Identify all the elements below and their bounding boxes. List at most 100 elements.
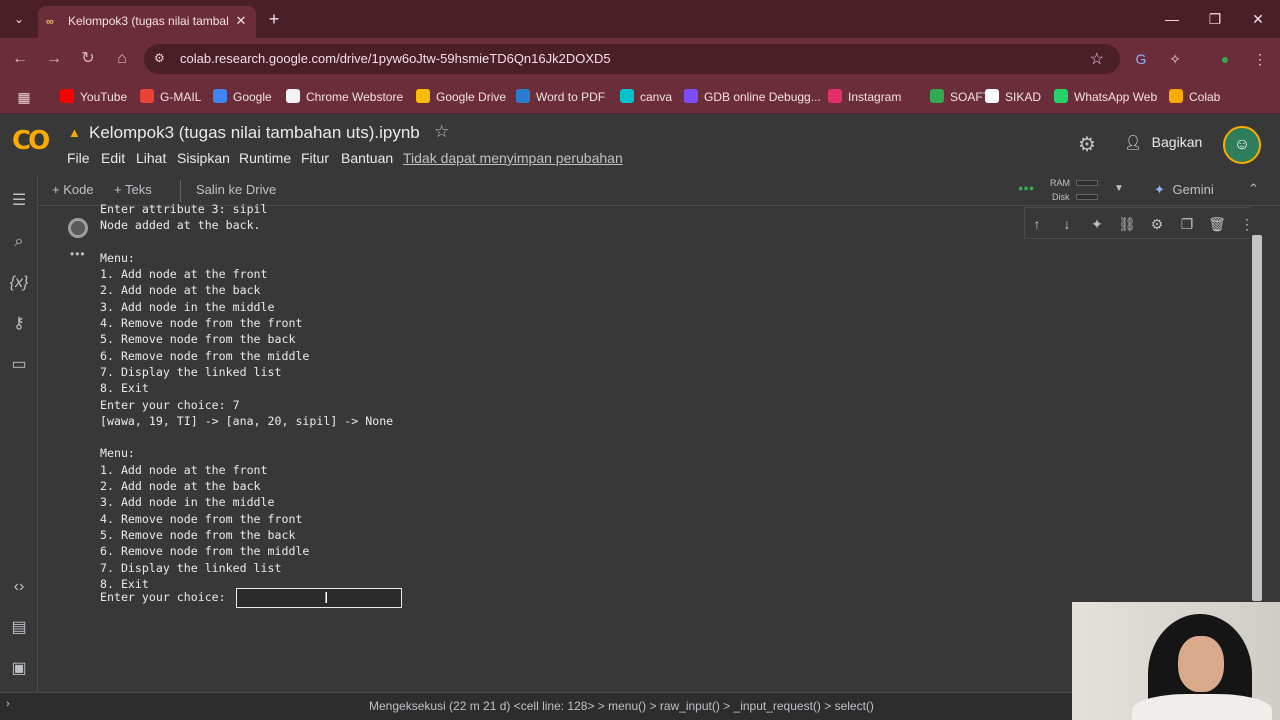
text-cursor-icon: I	[324, 590, 329, 607]
table-of-contents-icon[interactable]: ☰	[8, 190, 30, 212]
output-actions-icon[interactable]: •••	[70, 247, 86, 261]
disk-meter[interactable]	[1076, 194, 1098, 200]
extensions-icon[interactable]: ✧	[1165, 49, 1185, 69]
bookmark-item[interactable]: G-MAIL	[140, 88, 201, 106]
runtime-dropdown-icon[interactable]: ▼	[1114, 183, 1124, 194]
share-label: Bagikan	[1151, 134, 1203, 150]
close-window-icon[interactable]: ✕	[1244, 8, 1272, 30]
mirror-cell-icon[interactable]: ❐	[1177, 214, 1197, 234]
browser-tab-bar: ⌄ ∞ Kelompok3 (tugas nilai tambahan ✕ + …	[0, 0, 1280, 38]
bookmark-label: Word to PDF	[536, 90, 606, 104]
menu-file[interactable]: File	[67, 150, 90, 166]
add-code-button[interactable]: + Kode	[52, 182, 94, 197]
menu-edit[interactable]: Edit	[101, 150, 125, 166]
ram-label: RAM	[1050, 178, 1070, 188]
site-info-icon[interactable]: ⚙	[154, 51, 165, 65]
home-icon[interactable]: ⌂	[112, 49, 132, 69]
add-text-button[interactable]: + Teks	[114, 182, 152, 197]
menu-runtime[interactable]: Runtime	[239, 150, 291, 166]
link-icon[interactable]: ⛓	[1117, 214, 1137, 234]
bookmark-item[interactable]: canva	[620, 88, 672, 106]
delete-icon[interactable]: 🗑︎	[1207, 214, 1227, 234]
ram-meter[interactable]	[1076, 180, 1098, 186]
omnibox[interactable]: ⚙ colab.research.google.com/drive/1pyw6o…	[144, 44, 1120, 74]
bookmark-label: Chrome Webstore	[306, 90, 404, 104]
colab-favicon-icon: ∞	[46, 16, 54, 28]
menu-tools[interactable]: Fitur	[301, 150, 329, 166]
gemini-sparkle-icon: ✦	[1154, 182, 1165, 197]
cell-output-text: Enter attribute 3: sipil Node added at t…	[100, 202, 394, 591]
move-down-icon[interactable]: ↓	[1057, 214, 1077, 234]
secrets-key-icon[interactable]: ⚷	[8, 313, 30, 335]
expand-status-icon[interactable]: ›	[6, 698, 10, 710]
chrome-menu-icon[interactable]: ⋮	[1250, 49, 1270, 69]
bookmark-label: Google	[233, 90, 272, 104]
move-up-icon[interactable]: ↑	[1027, 214, 1047, 234]
tab-title: Kelompok3 (tugas nilai tambahan	[68, 14, 228, 28]
variables-icon[interactable]: {x}	[8, 272, 30, 294]
profile-icon[interactable]: ●	[1215, 49, 1235, 69]
back-icon[interactable]: ←	[10, 49, 30, 69]
share-button[interactable]: 👤︎ Bagikan	[1124, 134, 1202, 151]
user-avatar[interactable]: ☺	[1223, 126, 1261, 164]
colab-logo[interactable]: CO	[12, 126, 50, 156]
bookmark-item[interactable]: YouTube	[60, 88, 127, 106]
webcam-overlay	[1072, 602, 1280, 720]
cell-running-indicator-icon[interactable]	[68, 218, 88, 238]
bookmark-label: Google Drive	[436, 90, 507, 104]
apps-grid-icon[interactable]: ▦	[14, 87, 34, 107]
gemini-button[interactable]: ✦ Gemini	[1154, 182, 1214, 198]
person-add-icon: 👤︎	[1124, 134, 1142, 150]
bookmark-favicon-icon	[516, 89, 530, 103]
new-tab-icon[interactable]: +	[264, 9, 284, 29]
bookmark-item[interactable]: Instagram	[828, 88, 901, 106]
menu-view[interactable]: Lihat	[136, 150, 166, 166]
restore-icon[interactable]: ❐	[1201, 8, 1229, 30]
terminal-icon[interactable]: ▣	[8, 658, 30, 680]
menu-help[interactable]: Bantuan	[341, 150, 393, 166]
translate-icon[interactable]: G	[1131, 49, 1151, 69]
code-snippets-icon[interactable]: ‹›	[8, 576, 30, 598]
left-sidebar: ☰ ⌕ {x} ⚷ ▭ ‹› ▤ ▣	[0, 176, 38, 692]
bookmark-favicon-icon	[60, 89, 74, 103]
bookmarks-bar: ▦ YouTube G-MAIL Google Chrome Webstore Goog…	[0, 80, 1280, 114]
reload-icon[interactable]: ↻	[78, 49, 98, 69]
command-palette-icon[interactable]: ▤	[8, 617, 30, 639]
bookmark-item[interactable]: Chrome Webstore	[286, 88, 403, 106]
bookmark-label: WhatsApp Web	[1074, 90, 1158, 104]
bookmark-item[interactable]: SIKAD	[985, 88, 1041, 106]
star-notebook-icon[interactable]: ☆	[434, 122, 449, 142]
bookmark-label: YouTube	[80, 90, 128, 104]
choice-input-field[interactable]	[236, 588, 402, 608]
bookmark-item[interactable]: Colab	[1169, 88, 1220, 106]
execution-status-text[interactable]: Mengeksekusi (22 m 21 d) <cell line: 128…	[369, 699, 874, 713]
cell-settings-icon[interactable]: ⚙	[1147, 214, 1167, 234]
bookmark-item[interactable]: Google	[213, 88, 272, 106]
bookmark-item[interactable]: Google Drive	[416, 88, 506, 106]
search-icon[interactable]: ⌕	[8, 231, 30, 253]
menu-insert[interactable]: Sisipkan	[177, 150, 230, 166]
tab-close-icon[interactable]: ✕	[232, 12, 250, 30]
bookmark-item[interactable]: WhatsApp Web	[1054, 88, 1157, 106]
notebook-title[interactable]: Kelompok3 (tugas nilai tambahan uts).ipy…	[89, 123, 420, 143]
forward-icon[interactable]: →	[44, 49, 64, 69]
settings-gear-icon[interactable]: ⚙	[1078, 132, 1096, 157]
tab-search-icon[interactable]: ⌄	[8, 8, 30, 30]
connected-status-icon: ●●●	[1018, 183, 1035, 193]
bookmark-item[interactable]: Word to PDF	[516, 88, 605, 106]
output-scrollbar[interactable]	[1250, 207, 1264, 602]
save-warning-link[interactable]: Tidak dapat menyimpan perubahan	[403, 150, 623, 166]
browser-tab-active[interactable]: ∞ Kelompok3 (tugas nilai tambahan ✕	[38, 6, 256, 38]
copy-to-drive-button[interactable]: Salin ke Drive	[196, 182, 276, 197]
files-folder-icon[interactable]: ▭	[8, 354, 30, 376]
url-text[interactable]: colab.research.google.com/drive/1pyw6oJt…	[180, 51, 611, 66]
collapse-header-icon[interactable]: ⌃	[1248, 181, 1259, 197]
bookmark-item[interactable]: SOAFT	[930, 88, 990, 106]
bookmark-item[interactable]: GDB online Debugg...	[684, 88, 821, 106]
gemini-cell-icon[interactable]: ✦	[1087, 214, 1107, 234]
minimize-icon[interactable]: —	[1158, 8, 1186, 30]
scroll-thumb[interactable]	[1252, 235, 1262, 601]
cell-output-area: ••• Enter attribute 3: sipil Node added …	[38, 202, 1250, 692]
bookmark-label: SOAFT	[950, 90, 991, 104]
bookmark-star-icon[interactable]: ☆	[1090, 49, 1104, 69]
